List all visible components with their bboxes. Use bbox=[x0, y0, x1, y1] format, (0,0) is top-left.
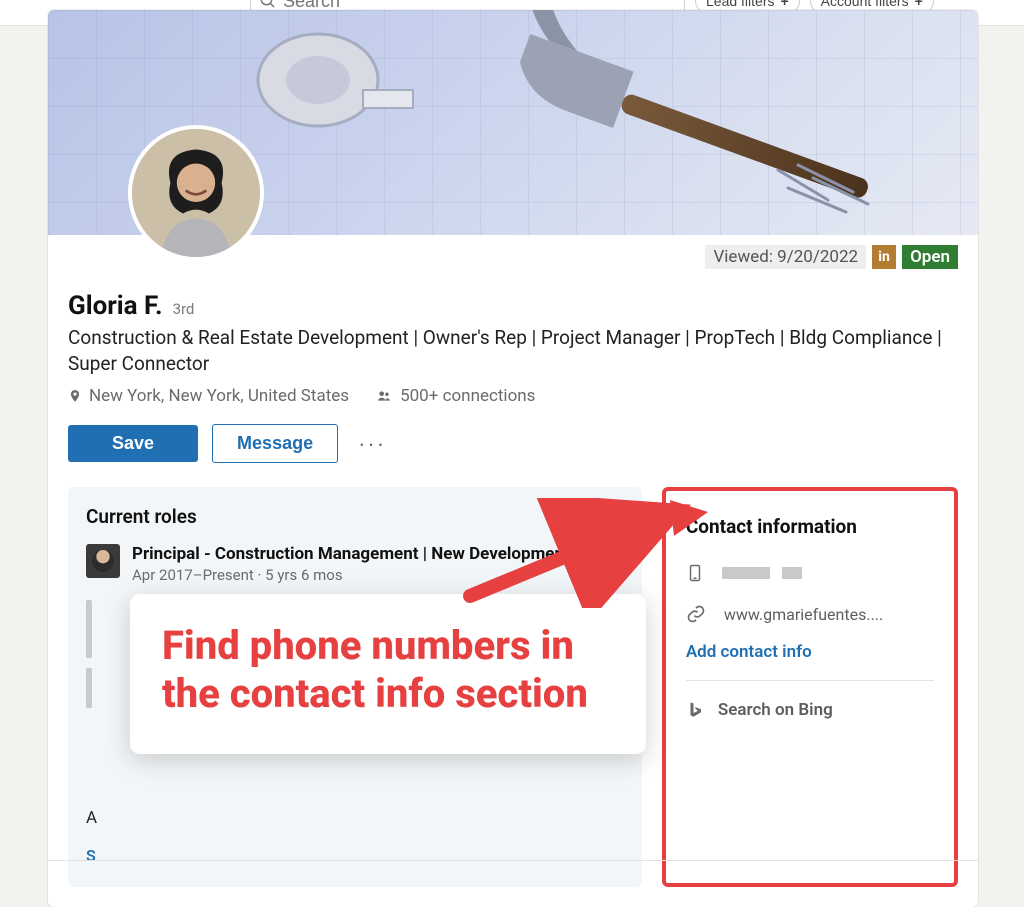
contact-phone-row[interactable] bbox=[686, 560, 934, 586]
see-more-link[interactable]: S bbox=[86, 846, 624, 865]
plus-icon: + bbox=[915, 0, 923, 9]
tape-measure-icon bbox=[248, 20, 418, 150]
location-pin-icon bbox=[68, 387, 82, 405]
nails-icon bbox=[768, 160, 888, 220]
profile-card: Viewed: 9/20/2022 in Open Gloria F. 3rd … bbox=[48, 10, 978, 907]
open-badge: Open bbox=[902, 245, 958, 269]
divider bbox=[686, 680, 934, 681]
plus-icon: + bbox=[780, 0, 788, 9]
people-icon bbox=[375, 389, 393, 403]
viewed-badge: Viewed: 9/20/2022 bbox=[705, 245, 866, 269]
message-button[interactable]: Message bbox=[212, 424, 338, 463]
divider bbox=[48, 860, 978, 861]
more-actions-button[interactable]: ··· bbox=[352, 427, 392, 461]
connection-degree: 3rd bbox=[173, 300, 195, 318]
truncated-letter: A bbox=[86, 808, 624, 828]
connections[interactable]: 500+ connections bbox=[375, 386, 535, 406]
bing-label: Search on Bing bbox=[718, 700, 833, 720]
search-icon bbox=[259, 0, 277, 10]
current-roles-title: Current roles bbox=[86, 505, 624, 528]
role-item[interactable]: Principal - Construction Management | Ne… bbox=[86, 544, 624, 584]
account-filters-label: Account filters bbox=[821, 0, 909, 9]
profile-name: Gloria F. bbox=[68, 291, 163, 321]
contact-info-panel: Contact information www.gmariefuentes...… bbox=[662, 487, 958, 887]
redacted-phone bbox=[722, 567, 802, 579]
contact-website-row[interactable]: www.gmariefuentes.... bbox=[686, 604, 934, 624]
link-icon bbox=[686, 604, 706, 624]
annotation-text: Find phone numbers in the contact info s… bbox=[162, 622, 614, 718]
annotation-callout: Find phone numbers in the contact info s… bbox=[130, 594, 646, 754]
contact-website-text: www.gmariefuentes.... bbox=[724, 605, 883, 624]
role-title: Principal - Construction Management | Ne… bbox=[132, 544, 624, 564]
profile-header: Viewed: 9/20/2022 in Open Gloria F. 3rd … bbox=[48, 235, 978, 477]
location-text: New York, New York, United States bbox=[89, 386, 349, 406]
add-contact-info-link[interactable]: Add contact info bbox=[686, 642, 934, 662]
company-logo-icon bbox=[86, 544, 120, 578]
lead-filters-label: Lead filters bbox=[706, 0, 774, 9]
viewed-row: Viewed: 9/20/2022 in Open bbox=[705, 245, 958, 269]
location: New York, New York, United States bbox=[68, 386, 349, 406]
avatar[interactable] bbox=[128, 125, 264, 261]
avatar-placeholder-icon bbox=[132, 129, 260, 257]
profile-actions: Save Message ··· bbox=[68, 424, 958, 463]
contact-info-title: Contact information bbox=[686, 515, 934, 538]
bing-icon bbox=[686, 699, 704, 721]
save-button[interactable]: Save bbox=[68, 425, 198, 462]
connections-text: 500+ connections bbox=[400, 386, 535, 406]
role-item-stub bbox=[86, 668, 92, 708]
profile-headline: Construction & Real Estate Development |… bbox=[68, 325, 958, 376]
role-item-stub bbox=[86, 600, 92, 658]
role-subtitle: Apr 2017–Present · 5 yrs 6 mos bbox=[132, 566, 624, 584]
linkedin-icon[interactable]: in bbox=[872, 245, 896, 269]
phone-icon bbox=[686, 560, 704, 586]
search-on-bing-button[interactable]: Search on Bing bbox=[686, 699, 934, 721]
